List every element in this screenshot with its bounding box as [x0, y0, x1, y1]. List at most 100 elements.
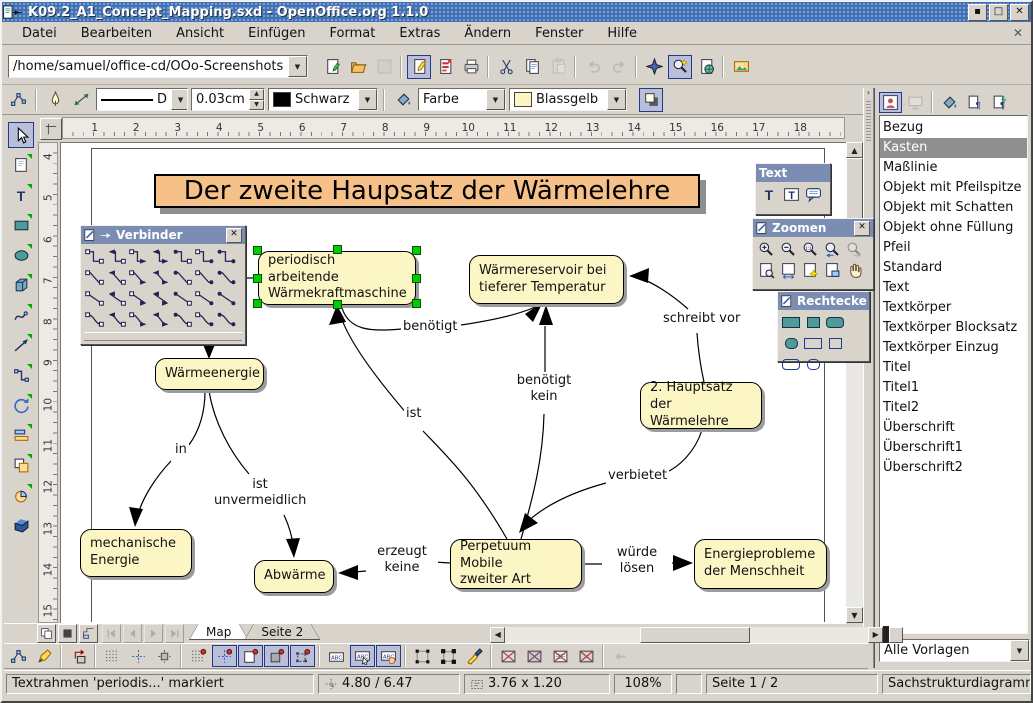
- copy-button[interactable]: [520, 55, 544, 79]
- undo-button[interactable]: [581, 55, 605, 79]
- style-masslinie[interactable]: Maßlinie: [880, 158, 1027, 178]
- map-title-box[interactable]: Der zweite Haupsatz der Wärmelehre: [154, 174, 700, 208]
- text-palette-title-bar[interactable]: Text: [756, 164, 830, 182]
- line-width-field[interactable]: 0.03cm ▲▼: [191, 88, 265, 111]
- edge-label-schreibt-vor[interactable]: schreibt vor: [661, 311, 742, 327]
- zoom-out-button[interactable]: [777, 239, 799, 260]
- selection-handle[interactable]: [253, 299, 262, 308]
- style-pfeil[interactable]: Pfeil: [880, 238, 1027, 258]
- exit-all-groups-button[interactable]: [608, 645, 633, 667]
- style-objekt-ohne-fuellung[interactable]: Objekt ohne Füllung: [880, 218, 1027, 238]
- export-pdf-button[interactable]: [433, 55, 457, 79]
- snap-to-margins-toggle[interactable]: [238, 645, 263, 667]
- menu-format[interactable]: Format: [318, 24, 388, 43]
- previous-page-button[interactable]: [123, 624, 142, 643]
- connector-tool[interactable]: [8, 362, 34, 388]
- callout-button[interactable]: [802, 184, 824, 205]
- new-style-from-selection-button[interactable]: ¶: [963, 92, 986, 113]
- connector-type-icon[interactable]: [193, 267, 215, 288]
- hscroll-track[interactable]: [505, 627, 640, 643]
- page-mode-button[interactable]: [37, 624, 56, 643]
- menu-einfuegen[interactable]: Einfügen: [236, 24, 317, 43]
- layer-mode-button[interactable]: [79, 624, 98, 643]
- scroll-up-icon[interactable]: ▲: [846, 142, 863, 158]
- snap-to-object-frame-toggle[interactable]: [264, 645, 289, 667]
- edge-label-benoetigt-kein[interactable]: benötigt kein: [508, 373, 580, 404]
- 3d-controller-tool[interactable]: [8, 512, 34, 538]
- selection-handle[interactable]: [333, 245, 342, 254]
- edge-label-in[interactable]: in: [173, 442, 189, 458]
- first-page-button[interactable]: [102, 624, 121, 643]
- zoom-button[interactable]: [668, 55, 692, 79]
- node-waermereservoir[interactable]: Wärmereservoir bei tieferer Temperatur: [469, 255, 624, 304]
- selection-handle[interactable]: [412, 274, 421, 283]
- zoom-optimal-button[interactable]: [799, 260, 821, 281]
- lines-arrows-tool[interactable]: [8, 332, 34, 358]
- paste-button[interactable]: [546, 55, 570, 79]
- zoom-page-button[interactable]: [755, 260, 777, 281]
- zoom-previous-button[interactable]: [821, 239, 843, 260]
- menubar-close-icon[interactable]: ✕: [1013, 26, 1023, 40]
- ruler-origin-button[interactable]: [40, 118, 62, 140]
- zoom-100-button[interactable]: 1:1: [799, 239, 821, 260]
- url-dropdown-icon[interactable]: ▼: [288, 56, 307, 77]
- menu-extras[interactable]: Extras: [387, 24, 452, 43]
- connector-type-icon[interactable]: [193, 288, 215, 309]
- connector-type-icon[interactable]: [105, 267, 127, 288]
- edge-label-ist-unvermeidlich[interactable]: ist unvermeidlich: [212, 477, 308, 508]
- connector-type-icon[interactable]: [105, 288, 127, 309]
- maximize-button[interactable]: □: [989, 4, 1008, 21]
- connector-type-icon[interactable]: [149, 309, 171, 330]
- fill-format-mode-button[interactable]: [938, 92, 961, 113]
- style-standard[interactable]: Standard: [880, 258, 1027, 278]
- text-palette[interactable]: Text TT: [755, 163, 831, 215]
- tab-seite2[interactable]: Seite 2: [244, 625, 320, 643]
- style-text[interactable]: Text: [880, 278, 1027, 298]
- arrow-style-button[interactable]: [69, 88, 93, 112]
- style-ueberschrift1[interactable]: Überschrift1: [880, 438, 1027, 458]
- rectangle-tool[interactable]: [8, 212, 34, 238]
- splitter-arrow-icon[interactable]: ›: [864, 88, 873, 97]
- menu-aendern[interactable]: Ändern: [452, 24, 523, 43]
- selection-handle[interactable]: [412, 246, 421, 255]
- connector-type-icon[interactable]: [171, 309, 193, 330]
- filled-rounded-rectangle-tool[interactable]: [824, 312, 846, 333]
- zoom-tool[interactable]: [8, 152, 34, 178]
- navigator-button[interactable]: [642, 55, 666, 79]
- verbinder-palette[interactable]: Verbinder ✕: [80, 225, 246, 345]
- line-color-dropdown-icon[interactable]: ▼: [358, 89, 377, 110]
- shadow-toggle[interactable]: [639, 88, 663, 112]
- node-mechanische-energie[interactable]: mechanische Energie: [80, 529, 192, 577]
- hscroll-thumb[interactable]: [640, 627, 750, 643]
- status-size[interactable]: 3.76 x 1.20: [464, 674, 610, 694]
- connector-type-icon[interactable]: [171, 267, 193, 288]
- connector-type-icon[interactable]: [127, 288, 149, 309]
- text-frame-button[interactable]: T: [780, 184, 802, 205]
- rectangle-outline-tool[interactable]: [802, 333, 824, 354]
- 3d-objects-tool[interactable]: [8, 272, 34, 298]
- edit-file-button[interactable]: [407, 55, 431, 79]
- verbinder-title-bar[interactable]: Verbinder ✕: [81, 226, 245, 244]
- effects-tool[interactable]: [8, 482, 34, 508]
- ellipse-tool[interactable]: [8, 242, 34, 268]
- edge-label-benoetigt[interactable]: benötigt: [401, 319, 460, 335]
- zoomen-title-bar[interactable]: Zoomen ✕: [753, 219, 873, 237]
- line-color-combobox[interactable]: Schwarz ▼: [268, 88, 378, 111]
- node-waermekraftmaschine[interactable]: periodisch arbeitende Wärmekraftmaschine: [258, 251, 416, 305]
- hscroll-left-icon[interactable]: ◀: [490, 627, 505, 643]
- connector-type-icon[interactable]: [193, 309, 215, 330]
- zoomen-palette[interactable]: Zoomen ✕ 1:1: [752, 218, 874, 290]
- fill-type-combobox[interactable]: Farbe ▼: [418, 88, 506, 111]
- connector-type-icon[interactable]: [127, 267, 149, 288]
- zoom-object-button[interactable]: [821, 260, 843, 281]
- hyperlink-button[interactable]: [694, 55, 718, 79]
- zoom-in-button[interactable]: [755, 239, 777, 260]
- style-ueberschrift[interactable]: Überschrift: [880, 418, 1027, 438]
- panel-splitter[interactable]: ›: [863, 88, 874, 668]
- tab-map[interactable]: Map: [189, 625, 248, 643]
- open-button[interactable]: [346, 55, 370, 79]
- close-button[interactable]: ✕: [1010, 4, 1029, 21]
- filled-square-tool[interactable]: [802, 312, 824, 333]
- hscroll-right-icon[interactable]: ▶: [868, 627, 883, 643]
- text-placeholder-toggle[interactable]: [548, 645, 573, 667]
